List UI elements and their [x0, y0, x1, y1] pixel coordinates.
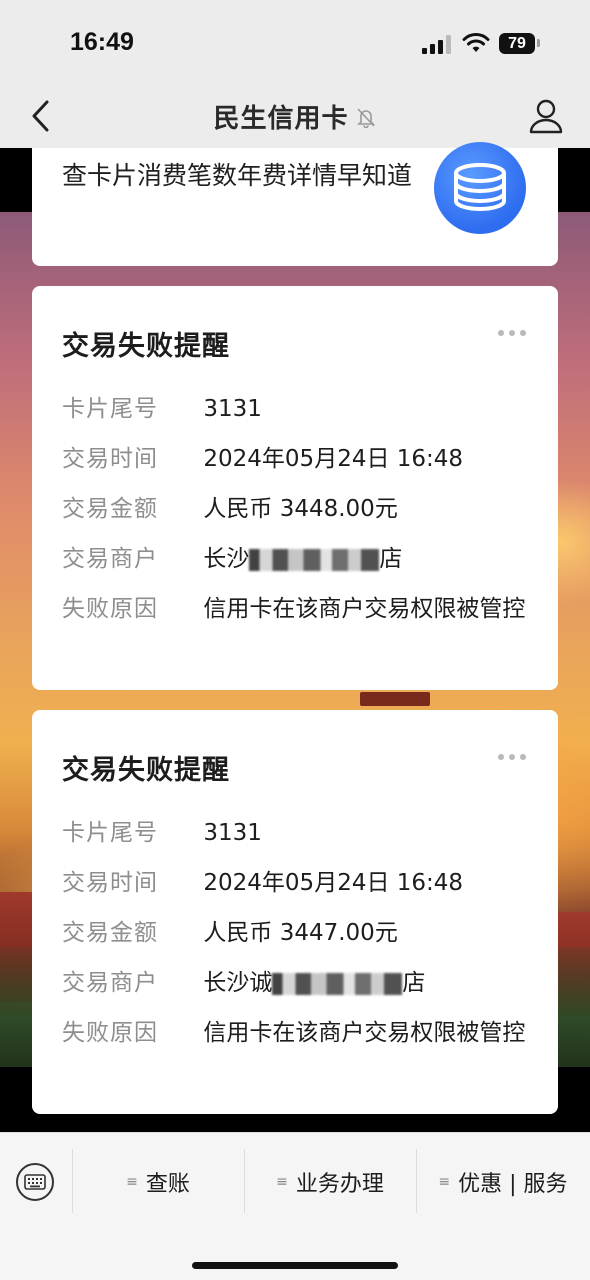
status-time: 16:49: [70, 28, 134, 56]
row-label: 交易时间: [62, 870, 158, 896]
info-row-card-tail: 卡片尾号 3131: [62, 392, 532, 426]
bell-slash-icon: [356, 107, 375, 128]
row-value: 3131: [203, 820, 262, 846]
redacted-mask: [249, 548, 380, 571]
row-label: 失败原因: [62, 1020, 158, 1046]
wifi-icon: [462, 33, 490, 52]
page-title-wrap: 民生信用卡: [0, 98, 590, 135]
tab-label: 优惠 | 服务: [458, 1172, 568, 1197]
row-label: 交易时间: [62, 446, 158, 472]
row-label: 交易商户: [62, 546, 158, 572]
background-roof: [360, 692, 430, 706]
merchant-prefix: 长沙诚: [203, 970, 273, 996]
info-row-amount: 交易金额 人民币 3448.00元: [62, 492, 532, 526]
merchant-suffix: 店: [379, 546, 403, 572]
bottom-menu-bar: ≡ 查账 ≡ 业务办理 ≡ 优惠 | 服务: [0, 1132, 590, 1280]
tab-offers[interactable]: ≡ 优惠 | 服务: [416, 1147, 590, 1217]
info-row-time: 交易时间 2024年05月24日 16:48: [62, 866, 532, 900]
row-value: 人民币 3448.00元: [203, 496, 398, 522]
cellular-signal-icon: [422, 34, 454, 54]
keyboard-icon[interactable]: [16, 1163, 54, 1201]
info-row-amount: 交易金额 人民币 3447.00元: [62, 916, 532, 950]
tab-check-bill[interactable]: ≡ 查账: [72, 1147, 244, 1217]
row-value: 3131: [203, 396, 262, 422]
promo-badge: [432, 142, 528, 236]
info-row-reason: 失败原因 信用卡在该商户交易权限被管控: [62, 1016, 532, 1050]
nav-bar: 民生信用卡: [0, 90, 590, 148]
row-label: 交易金额: [62, 920, 158, 946]
home-indicator[interactable]: [192, 1262, 398, 1269]
row-value: 2024年05月24日 16:48: [203, 446, 464, 472]
info-row-merchant: 交易商户 长沙 店: [62, 542, 532, 576]
merchant-suffix: 店: [402, 970, 426, 996]
row-value: 信用卡在该商户交易权限被管控: [203, 1020, 526, 1046]
battery-icon: 79: [499, 33, 535, 54]
row-label: 交易商户: [62, 970, 158, 996]
merchant-prefix: 长沙: [203, 546, 250, 572]
menu-lines-icon: ≡: [276, 1174, 288, 1190]
promo-text: 查卡片消费笔数年费详情早知道: [62, 161, 413, 190]
menu-lines-icon: ≡: [126, 1174, 138, 1190]
row-value: 2024年05月24日 16:48: [203, 870, 464, 896]
alert-heading: 交易失败提醒: [62, 331, 230, 362]
info-row-time: 交易时间 2024年05月24日 16:48: [62, 442, 532, 476]
menu-lines-icon: ≡: [438, 1174, 451, 1190]
row-label: 交易金额: [62, 496, 158, 522]
row-label: 卡片尾号: [62, 396, 158, 422]
profile-button[interactable]: [524, 94, 568, 138]
tab-label: 查账: [145, 1172, 190, 1197]
alert-heading: 交易失败提醒: [62, 755, 230, 786]
row-value: 信用卡在该商户交易权限被管控: [203, 596, 526, 622]
tab-services[interactable]: ≡ 业务办理: [244, 1147, 416, 1217]
info-row-reason: 失败原因 信用卡在该商户交易权限被管控: [62, 592, 532, 626]
person-icon: [529, 99, 563, 134]
row-value: 长沙诚 店: [203, 966, 532, 1000]
tab-label: 业务办理: [295, 1172, 384, 1197]
row-label: 卡片尾号: [62, 820, 158, 846]
more-icon[interactable]: [498, 328, 530, 338]
alert-card: 交易失败提醒 卡片尾号 3131 交易时间 2024年05月24日 16:48 …: [32, 286, 558, 690]
row-label: 失败原因: [62, 596, 158, 622]
info-row-card-tail: 卡片尾号 3131: [62, 816, 532, 850]
coin-stack-icon: [434, 142, 526, 234]
status-bar: 16:49 79: [0, 0, 590, 90]
row-value: 人民币 3447.00元: [203, 920, 398, 946]
redacted-mask: [272, 972, 403, 995]
promo-card[interactable]: 查卡片消费笔数年费详情早知道: [32, 142, 558, 266]
page-title: 民生信用卡: [213, 104, 349, 134]
info-row-merchant: 交易商户 长沙诚 店: [62, 966, 532, 1000]
battery-tip: [537, 39, 540, 47]
alert-card: 交易失败提醒 卡片尾号 3131 交易时间 2024年05月24日 16:48 …: [32, 710, 558, 1114]
row-value: 长沙 店: [203, 542, 532, 576]
more-icon[interactable]: [498, 752, 530, 762]
